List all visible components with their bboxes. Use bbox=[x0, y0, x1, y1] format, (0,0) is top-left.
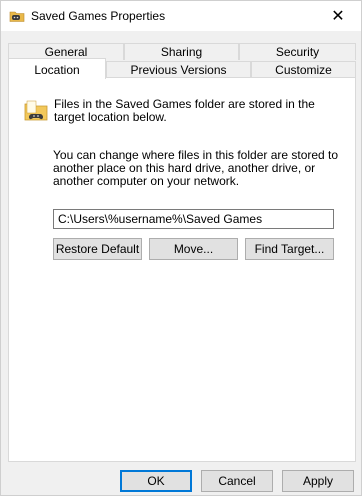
title-bar[interactable]: Saved Games Properties ✕ bbox=[1, 1, 361, 31]
close-icon: ✕ bbox=[331, 8, 345, 25]
location-instructions: You can change where files in this folde… bbox=[53, 148, 339, 188]
window-title: Saved Games Properties bbox=[31, 9, 166, 23]
find-target-button[interactable]: Find Target... bbox=[245, 238, 334, 260]
location-description: Files in the Saved Games folder are stor… bbox=[54, 97, 315, 124]
restore-default-button[interactable]: Restore Default bbox=[53, 238, 142, 260]
location-panel: Files in the Saved Games folder are stor… bbox=[8, 77, 356, 462]
tab-sharing[interactable]: Sharing bbox=[124, 43, 239, 60]
cancel-button[interactable]: Cancel bbox=[201, 470, 273, 492]
properties-dialog: Saved Games Properties ✕ General Sharing… bbox=[0, 0, 362, 496]
tab-customize[interactable]: Customize bbox=[251, 61, 356, 78]
move-button[interactable]: Move... bbox=[149, 238, 238, 260]
tab-previous-versions[interactable]: Previous Versions bbox=[106, 61, 251, 78]
close-button[interactable]: ✕ bbox=[315, 1, 361, 31]
folder-gamepad-icon bbox=[9, 11, 25, 22]
target-path-input[interactable] bbox=[53, 209, 334, 229]
tab-security[interactable]: Security bbox=[239, 43, 356, 60]
saved-games-folder-icon bbox=[24, 100, 48, 121]
ok-button[interactable]: OK bbox=[120, 470, 192, 492]
apply-button[interactable]: Apply bbox=[282, 470, 354, 492]
tab-location[interactable]: Location bbox=[8, 58, 106, 79]
